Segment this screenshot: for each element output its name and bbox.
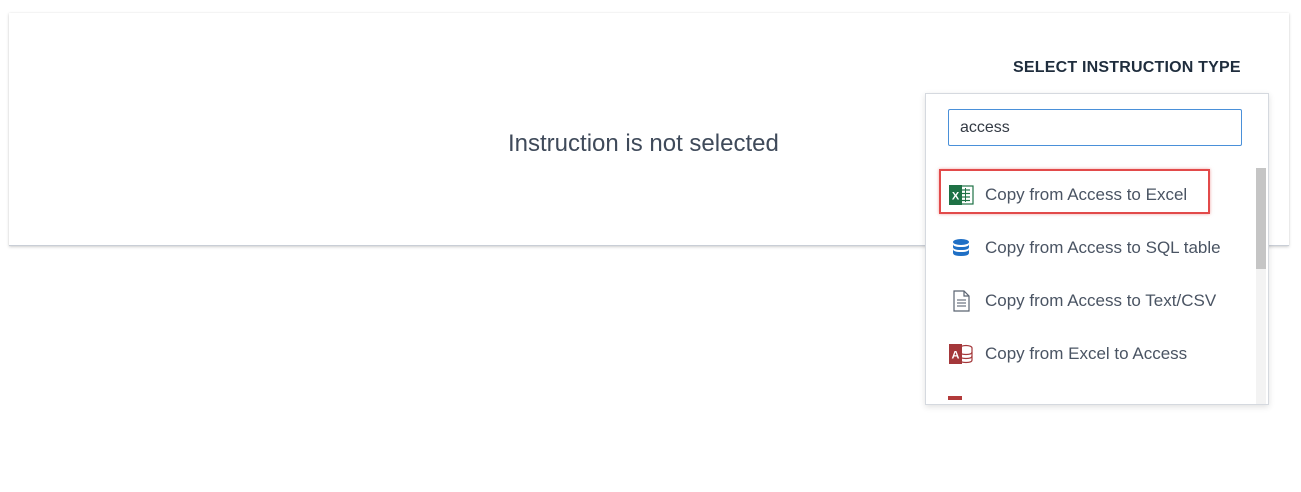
partial-access-icon [948, 396, 962, 400]
list-item-label: Copy from Excel to Access [985, 343, 1188, 363]
instruction-type-list: X Copy from Access to Excel Copy from Ac… [926, 168, 1252, 380]
select-instruction-type-button[interactable]: SELECT INSTRUCTION TYPE [1013, 59, 1241, 77]
database-icon [948, 237, 974, 259]
access-icon: A [948, 343, 974, 365]
empty-instruction-message: Instruction is not selected [508, 130, 779, 157]
text-file-icon [948, 289, 974, 312]
list-item-label: Copy from Access to Text/CSV [985, 290, 1217, 310]
search-input[interactable] [948, 109, 1242, 146]
list-item-excel-to-access[interactable]: A Copy from Excel to Access [926, 327, 1252, 380]
list-item-access-to-excel[interactable]: X Copy from Access to Excel [926, 168, 1252, 221]
instruction-type-dropdown: X Copy from Access to Excel Copy from Ac… [925, 93, 1269, 405]
list-item-label: Copy from Access to Excel [985, 184, 1188, 204]
scrollbar-thumb[interactable] [1256, 168, 1266, 269]
list-item-access-to-sql[interactable]: Copy from Access to SQL table [926, 221, 1252, 274]
svg-text:A: A [952, 349, 960, 361]
svg-text:X: X [952, 190, 960, 202]
list-item-access-to-text[interactable]: Copy from Access to Text/CSV [926, 274, 1252, 327]
list-item-label: Copy from Access to SQL table [985, 237, 1221, 257]
excel-icon: X [948, 184, 974, 206]
dropdown-scrollbar[interactable] [1256, 168, 1266, 404]
